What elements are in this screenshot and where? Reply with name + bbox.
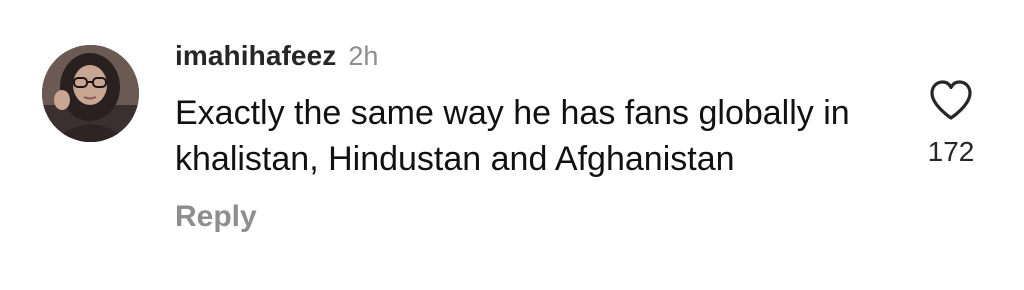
comment-body: imahihafeez 2h Exactly the same way he h…: [175, 40, 875, 234]
heart-outline-icon: [930, 80, 972, 120]
like-count: 172: [927, 136, 975, 167]
avatar[interactable]: [42, 45, 139, 142]
comment-timestamp: 2h: [348, 41, 379, 71]
username-link[interactable]: imahihafeez: [175, 40, 336, 72]
like-section: 172: [922, 78, 980, 168]
like-button[interactable]: [928, 78, 974, 122]
reply-button[interactable]: Reply: [175, 200, 257, 234]
avatar-photo: [42, 45, 139, 142]
comment-text: Exactly the same way he has fans globall…: [175, 94, 850, 178]
comment-meta: imahihafeez 2h: [175, 40, 875, 80]
comment-item: imahihafeez 2h Exactly the same way he h…: [0, 0, 1024, 290]
